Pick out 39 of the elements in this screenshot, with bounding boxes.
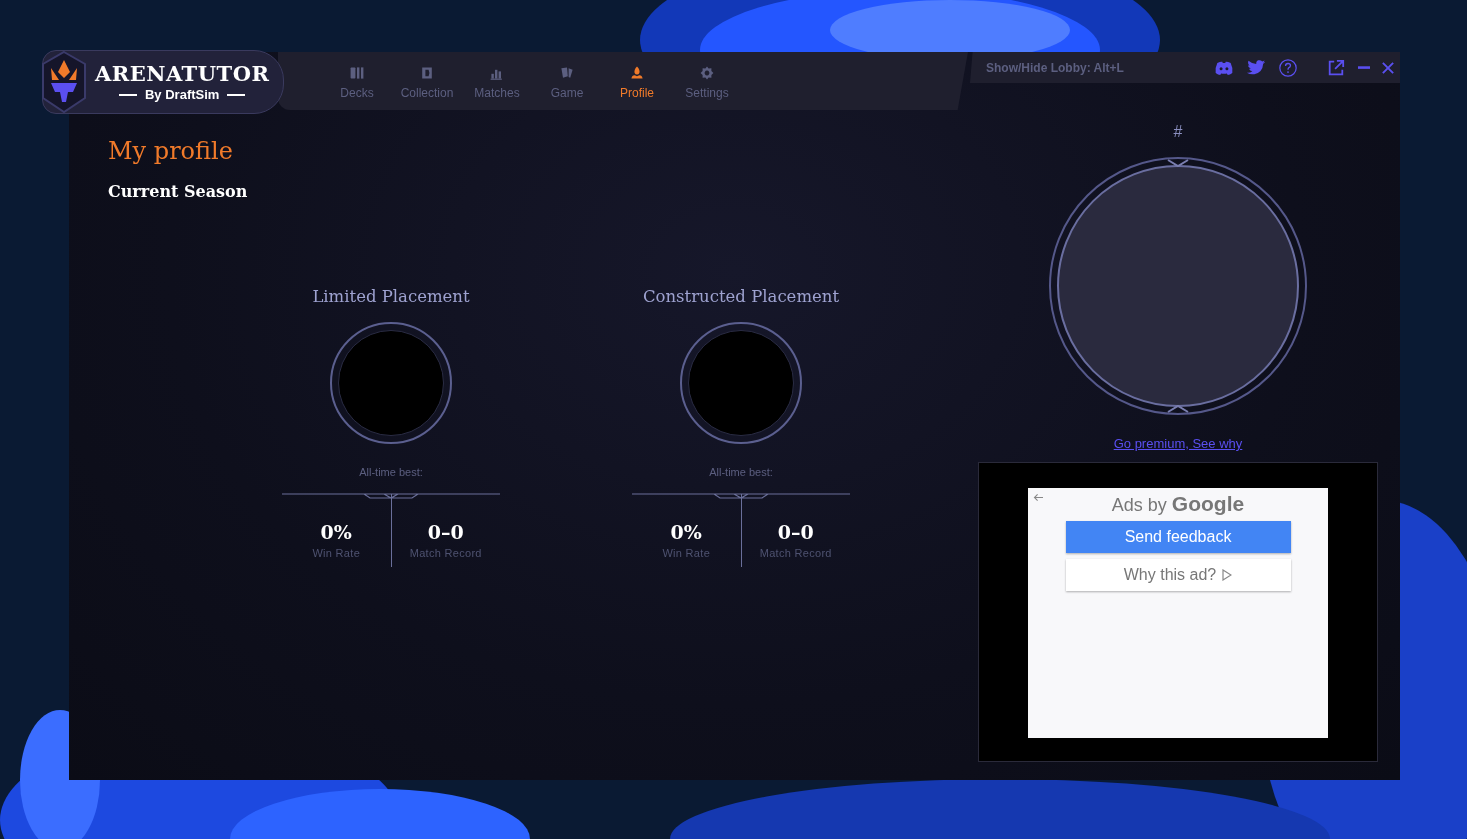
page-title: My profile <box>108 136 234 166</box>
stat-value: 0% <box>670 521 702 543</box>
logo-title: ARENATUTOR <box>95 61 270 87</box>
best-label: All-time best: <box>709 466 773 478</box>
stat-label: Win Rate <box>312 547 361 559</box>
stat-label: Win Rate <box>662 547 711 559</box>
help-icon[interactable] <box>1278 58 1298 77</box>
card-icon <box>419 65 435 81</box>
nav-tab[interactable]: Matches <box>462 52 532 110</box>
section-heading: Current Season <box>108 182 249 201</box>
nav-tab[interactable]: Game <box>532 52 602 110</box>
feedback-button[interactable]: Send feedback <box>1065 521 1291 553</box>
why-ad-button[interactable]: Why this ad? <box>1065 559 1291 591</box>
nav-tab[interactable]: Collection <box>392 52 462 110</box>
stat-value: 0% <box>320 521 352 543</box>
placement-title: Constructed Placement <box>642 287 840 306</box>
nav-tab[interactable]: Profile <box>602 52 672 110</box>
stat-label: Match Record <box>759 547 832 559</box>
placement-title: Limited Placement <box>312 287 470 306</box>
stat-value: 0–0 <box>777 521 814 543</box>
rank-number: # <box>1173 123 1183 141</box>
books-icon <box>349 65 365 81</box>
play-icon <box>1222 569 1233 581</box>
premium-link[interactable]: Go premium, See why <box>1113 436 1243 451</box>
bird-icon[interactable] <box>1246 58 1266 77</box>
person-icon <box>629 65 645 81</box>
gear-icon <box>699 65 715 81</box>
nav-tab[interactable]: Settings <box>672 52 742 110</box>
logo-subtitle: By DraftSim <box>119 87 246 103</box>
stat-label: Match Record <box>409 547 482 559</box>
stat-value: 0–0 <box>427 521 464 543</box>
popout-icon[interactable] <box>1326 58 1346 77</box>
lobby-hint: Show/Hide Lobby: Alt+L <box>986 60 1124 75</box>
cards-icon <box>559 65 575 81</box>
nav-tab[interactable]: Decks <box>322 52 392 110</box>
close-icon[interactable] <box>1382 61 1394 74</box>
best-label: All-time best: <box>359 466 423 478</box>
back-icon[interactable] <box>1033 493 1044 502</box>
ad-heading: Ads by Google <box>1111 492 1245 516</box>
